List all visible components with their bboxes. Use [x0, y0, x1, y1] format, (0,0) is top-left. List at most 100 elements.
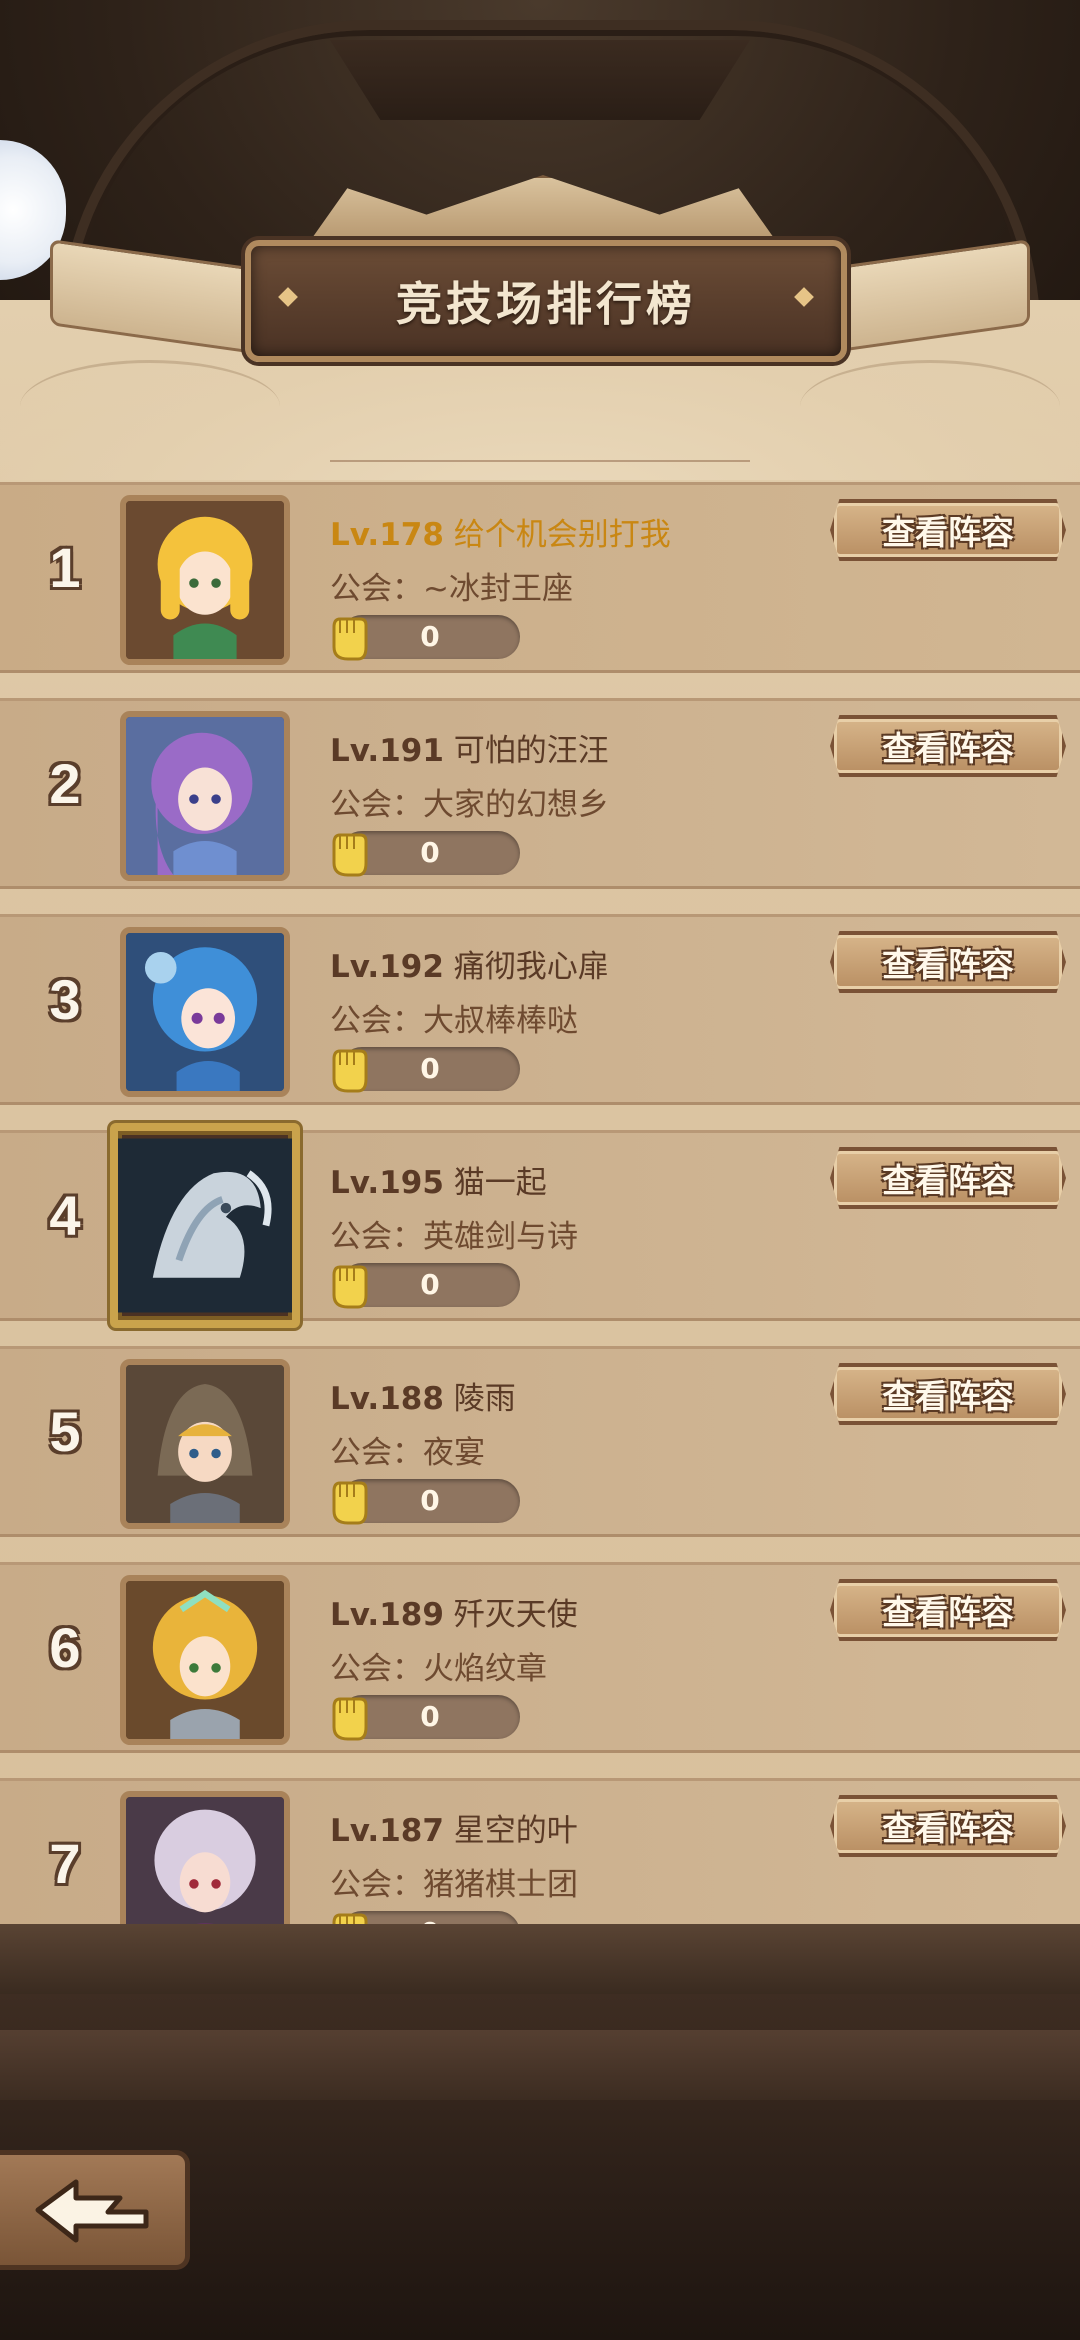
guild-name: 火焰纹章: [423, 1651, 547, 1687]
board-bottom-edge: [0, 1924, 1080, 1994]
player-name: 可怕的汪汪: [453, 733, 609, 769]
player-avatar-gold-frame[interactable]: [110, 1123, 300, 1328]
view-lineup-button[interactable]: 查看阵容: [830, 1579, 1066, 1641]
guild-name: 英雄剑与诗: [423, 1219, 578, 1255]
rank-number: 2: [49, 752, 81, 815]
leaderboard-row: 2 Lv.191 可怕的汪汪 公会：大家的幻想乡 0 查看阵容: [0, 698, 1080, 889]
player-name: 星空的叶: [453, 1813, 578, 1849]
left-swirl-ornament: [20, 360, 280, 453]
rank-number: 1: [49, 536, 81, 599]
player-avatar[interactable]: [120, 711, 290, 881]
player-name-line: Lv.187 星空的叶: [330, 1805, 578, 1850]
player-level: Lv.188: [330, 1381, 444, 1417]
view-lineup-label: 查看阵容: [882, 1161, 1014, 1200]
diamond-ornament-left: [278, 287, 298, 307]
player-avatar[interactable]: [120, 1575, 290, 1745]
fist-icon: [332, 1481, 368, 1525]
rank-number: 6: [49, 1616, 81, 1679]
avatar-portrait: [126, 1797, 284, 1926]
guild-prefix: 公会：: [330, 1003, 423, 1039]
fist-icon: [332, 1913, 368, 1926]
leaderboard-row: 7 Lv.187 星空的叶 公会：猪猪棋士团 0 查看阵容: [0, 1778, 1080, 1926]
player-level: Lv.178: [330, 517, 444, 553]
diamond-ornament-right: [794, 287, 814, 307]
view-lineup-label: 查看阵容: [882, 513, 1014, 552]
player-level: Lv.191: [330, 733, 444, 769]
decorative-crest: [330, 40, 750, 120]
view-lineup-button[interactable]: 查看阵容: [830, 931, 1066, 993]
view-lineup-button[interactable]: 查看阵容: [830, 715, 1066, 777]
fist-icon: [332, 1049, 368, 1093]
leaderboard-row: 3 Lv.192 痛彻我心扉 公会：大叔棒棒哒 0 查看阵容: [0, 914, 1080, 1105]
view-lineup-label: 查看阵容: [882, 729, 1014, 768]
player-name: 痛彻我心扉: [453, 949, 609, 985]
view-lineup-button[interactable]: 查看阵容: [830, 1147, 1066, 1209]
view-lineup-button[interactable]: 查看阵容: [830, 499, 1066, 561]
player-avatar[interactable]: [120, 495, 290, 665]
guild-line: 公会：夜宴: [330, 1427, 485, 1472]
avatar-portrait: [126, 501, 284, 659]
player-avatar[interactable]: [120, 1791, 290, 1926]
rank-number: 5: [49, 1400, 81, 1463]
fist-icon: [332, 617, 368, 661]
player-level: Lv.195: [330, 1165, 444, 1201]
rank-number: 3: [49, 968, 81, 1031]
view-lineup-label: 查看阵容: [882, 1377, 1014, 1416]
guild-name: 猪猪棋士团: [423, 1867, 578, 1903]
title-banner: 竞技场排行榜: [245, 240, 847, 362]
view-lineup-label: 查看阵容: [882, 1809, 1014, 1848]
view-lineup-label: 查看阵容: [882, 1593, 1014, 1632]
player-name-line: Lv.192 痛彻我心扉: [330, 941, 609, 986]
guild-line: 公会：大家的幻想乡: [330, 779, 609, 824]
guild-line: 公会：大叔棒棒哒: [330, 995, 578, 1040]
title-divider: [330, 460, 750, 462]
player-name-line: Lv.195 猫一起: [330, 1157, 547, 1202]
back-arrow-icon: [35, 2179, 148, 2243]
player-name-line: Lv.189 歼灭天使: [330, 1589, 578, 1634]
player-name-line: Lv.191 可怕的汪汪: [330, 725, 609, 770]
guild-prefix: 公会：: [330, 1435, 423, 1471]
player-level: Lv.192: [330, 949, 444, 985]
guild-line: 公会：英雄剑与诗: [330, 1211, 578, 1256]
player-name: 歼灭天使: [453, 1597, 578, 1633]
avatar-portrait: [118, 1138, 292, 1313]
view-lineup-button[interactable]: 查看阵容: [830, 1363, 1066, 1425]
leaderboard-list[interactable]: 1 Lv.178 给个机会别打我 公会：~冰封王座 0 查看阵容 2 Lv.19…: [0, 478, 1080, 1926]
player-name-line: Lv.188 陵雨: [330, 1373, 516, 1418]
guild-line: 公会：猪猪棋士团: [330, 1859, 578, 1904]
fist-icon: [332, 833, 368, 877]
avatar-portrait: [126, 717, 284, 875]
leaderboard-row: 6 Lv.189 歼灭天使 公会：火焰纹章 0 查看阵容: [0, 1562, 1080, 1753]
player-name: 陵雨: [453, 1381, 516, 1417]
guild-prefix: 公会：: [330, 1219, 423, 1255]
leaderboard-row: 4 Lv.195 猫一起 公会：英雄剑与诗 0 查看阵容: [0, 1123, 1080, 1328]
player-name: 给个机会别打我: [453, 517, 671, 553]
avatar-portrait: [126, 1581, 284, 1739]
guild-prefix: 公会：: [330, 787, 423, 823]
player-name: 猫一起: [453, 1165, 547, 1201]
player-name-line: Lv.178 给个机会别打我: [330, 509, 671, 554]
leaderboard-row: 1 Lv.178 给个机会别打我 公会：~冰封王座 0 查看阵容: [0, 482, 1080, 673]
guild-line: 公会：~冰封王座: [330, 563, 573, 608]
view-lineup-button[interactable]: 查看阵容: [830, 1795, 1066, 1857]
leaderboard-row: 5 Lv.188 陵雨 公会：夜宴 0 查看阵容: [0, 1346, 1080, 1537]
player-avatar[interactable]: [120, 1359, 290, 1529]
rank-number: 4: [49, 1184, 81, 1247]
guild-name: ~冰封王座: [423, 571, 573, 607]
player-level: Lv.189: [330, 1597, 444, 1633]
guild-prefix: 公会：: [330, 1651, 423, 1687]
guild-prefix: 公会：: [330, 571, 423, 607]
bottom-band: [0, 2030, 1080, 2100]
page-title: 竞技场排行榜: [396, 277, 696, 331]
guild-name: 大叔棒棒哒: [423, 1003, 578, 1039]
guild-prefix: 公会：: [330, 1867, 423, 1903]
rank-number: 7: [49, 1832, 81, 1895]
view-lineup-label: 查看阵容: [882, 945, 1014, 984]
player-avatar[interactable]: [120, 927, 290, 1097]
right-swirl-ornament: [800, 360, 1060, 453]
guild-name: 夜宴: [423, 1435, 485, 1471]
avatar-portrait: [126, 1365, 284, 1523]
guild-name: 大家的幻想乡: [423, 787, 609, 823]
back-button[interactable]: [0, 2150, 190, 2270]
avatar-portrait: [126, 933, 284, 1091]
